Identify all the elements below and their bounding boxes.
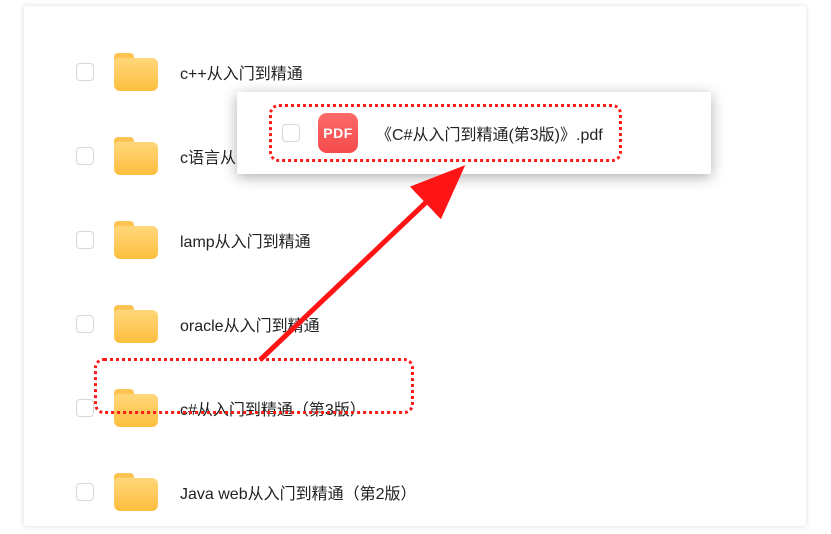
folder-icon xyxy=(114,53,158,91)
popup-filename: 《C#从入门到精通(第3版)》.pdf xyxy=(376,121,603,145)
file-label: Java web从入门到精通（第2版） xyxy=(180,480,417,504)
checkbox[interactable] xyxy=(282,124,300,142)
file-row[interactable]: c#从入门到精通（第3版） xyxy=(24,366,806,450)
folder-icon xyxy=(114,389,158,427)
checkbox[interactable] xyxy=(76,147,94,165)
folder-icon xyxy=(114,473,158,511)
pdf-icon: PDF xyxy=(318,113,358,153)
file-list: c++从入门到精通 c语言从 lamp从入门到精通 oracle从入门到精通 c… xyxy=(24,6,806,526)
file-label: c++从入门到精通 xyxy=(180,60,303,84)
file-label: c语言从 xyxy=(180,144,236,168)
file-panel: c++从入门到精通 c语言从 lamp从入门到精通 oracle从入门到精通 c… xyxy=(24,6,806,526)
file-preview-popup: PDF 《C#从入门到精通(第3版)》.pdf xyxy=(237,92,711,174)
popup-highlight: PDF 《C#从入门到精通(第3版)》.pdf xyxy=(269,104,622,162)
checkbox[interactable] xyxy=(76,63,94,81)
file-label: lamp从入门到精通 xyxy=(180,228,311,252)
file-row[interactable]: lamp从入门到精通 xyxy=(24,198,806,282)
checkbox[interactable] xyxy=(76,399,94,417)
file-label: oracle从入门到精通 xyxy=(180,312,320,336)
folder-icon xyxy=(114,137,158,175)
folder-icon xyxy=(114,221,158,259)
file-row[interactable]: oracle从入门到精通 xyxy=(24,282,806,366)
checkbox[interactable] xyxy=(76,231,94,249)
file-row[interactable]: Java web从入门到精通（第2版） xyxy=(24,450,806,526)
checkbox[interactable] xyxy=(76,315,94,333)
file-label: c#从入门到精通（第3版） xyxy=(180,396,366,420)
folder-icon xyxy=(114,305,158,343)
checkbox[interactable] xyxy=(76,483,94,501)
